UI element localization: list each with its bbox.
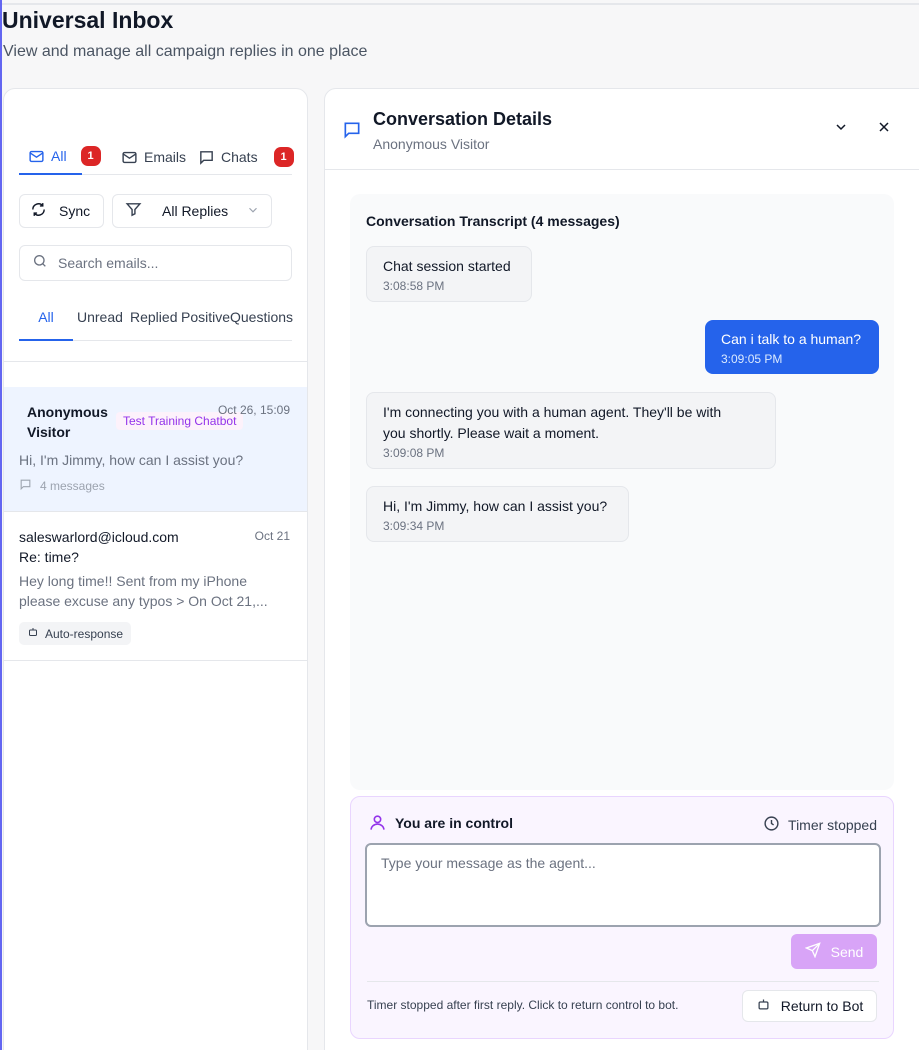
agent-control-box: You are in control Timer stopped Send Ti… bbox=[350, 796, 894, 1039]
filter-icon bbox=[125, 201, 142, 221]
tab-all[interactable]: All 1 bbox=[19, 139, 101, 175]
message-bubble-user: Can i talk to a human? 3:09:05 PM bbox=[705, 320, 879, 374]
message-text-line2: you shortly. Please wait a moment. bbox=[383, 425, 600, 441]
inbox-list-panel: All 1 Emails Chats 1 Sync All Replies Se… bbox=[3, 88, 308, 1050]
message-time: 3:08:58 PM bbox=[383, 279, 445, 293]
status-filters: All Unread Replied Positive Questions bbox=[19, 309, 293, 341]
filter-questions[interactable]: Questions bbox=[230, 309, 293, 341]
return-to-bot-label: Return to Bot bbox=[780, 998, 864, 1014]
details-subtitle: Anonymous Visitor bbox=[373, 136, 490, 152]
conversation-meta: 4 messages bbox=[19, 478, 105, 494]
close-button[interactable] bbox=[872, 117, 896, 141]
chevron-down-icon bbox=[833, 119, 849, 140]
message-count: 4 messages bbox=[40, 479, 105, 493]
search-field[interactable] bbox=[19, 245, 292, 281]
return-to-bot-button[interactable]: Return to Bot bbox=[742, 990, 877, 1022]
conversation-item[interactable]: Anonymous Visitor Test Training Chatbot … bbox=[4, 387, 307, 511]
conversation-preview-line2: please excuse any typos > On Oct 21,... bbox=[19, 593, 268, 609]
message-text-line1: I'm connecting you with a human agent. T… bbox=[383, 404, 722, 420]
filter-replied[interactable]: Replied bbox=[130, 309, 177, 341]
conversation-preview-line1: Hey long time!! Sent from my iPhone bbox=[19, 573, 247, 589]
filter-all[interactable]: All bbox=[19, 309, 73, 341]
close-icon bbox=[876, 119, 892, 140]
sync-label: Sync bbox=[59, 203, 91, 219]
page-subtitle: View and manage all campaign replies in … bbox=[3, 43, 368, 60]
tab-chats[interactable]: Chats 1 bbox=[198, 139, 294, 175]
chevron-down-icon bbox=[246, 203, 260, 220]
clock-icon bbox=[763, 815, 780, 835]
top-border bbox=[0, 3, 919, 5]
tab-all-badge: 1 bbox=[80, 146, 101, 166]
message-time: 3:09:08 PM bbox=[383, 446, 445, 460]
mail-icon bbox=[121, 149, 138, 166]
timer-status: Timer stopped bbox=[763, 815, 877, 835]
conversation-preview: Hi, I'm Jimmy, how can I assist you? bbox=[19, 452, 244, 468]
collapse-button[interactable] bbox=[829, 117, 853, 141]
list-divider bbox=[4, 660, 307, 661]
auto-response-label: Auto-response bbox=[45, 626, 124, 641]
tab-emails[interactable]: Emails bbox=[121, 139, 186, 175]
conversation-date: Oct 26, 15:09 bbox=[217, 403, 290, 417]
message-text: Chat session started bbox=[383, 258, 511, 274]
conversation-name-line1: Anonymous bbox=[27, 404, 108, 420]
conversation-name-line2: Visitor bbox=[27, 424, 71, 440]
filter-positive[interactable]: Positive bbox=[181, 309, 230, 341]
search-input[interactable] bbox=[58, 255, 278, 271]
search-icon bbox=[32, 253, 48, 274]
conversation-date: Oct 21 bbox=[254, 529, 290, 543]
details-title: Conversation Details bbox=[373, 109, 553, 129]
filter-unread[interactable]: Unread bbox=[77, 309, 123, 341]
conversation-details-panel: Conversation Details Anonymous Visitor C… bbox=[324, 88, 919, 1050]
tab-all-label: All bbox=[51, 148, 67, 164]
mail-icon bbox=[28, 148, 45, 165]
transcript-title: Conversation Transcript (4 messages) bbox=[366, 213, 620, 229]
message-bubble-bot: I'm connecting you with a human agent. T… bbox=[366, 392, 776, 469]
conversation-subject: Re: time? bbox=[19, 549, 79, 565]
chat-icon bbox=[198, 149, 215, 166]
conversation-transcript: Conversation Transcript (4 messages) Cha… bbox=[350, 194, 894, 790]
message-bubble-bot: Chat session started 3:08:58 PM bbox=[366, 246, 532, 302]
page-title: Universal Inbox bbox=[2, 7, 174, 33]
conversation-email: saleswarlord@icloud.com bbox=[19, 529, 179, 545]
details-header: Conversation Details Anonymous Visitor bbox=[325, 89, 919, 170]
sync-button[interactable]: Sync bbox=[19, 194, 104, 228]
bot-icon bbox=[756, 997, 771, 1015]
message-time: 3:09:05 PM bbox=[721, 352, 783, 366]
timer-label: Timer stopped bbox=[788, 817, 877, 833]
message-text: Can i talk to a human? bbox=[721, 331, 862, 347]
chat-icon bbox=[19, 478, 32, 494]
tab-chats-label: Chats bbox=[221, 149, 258, 165]
message-bubble-bot: Hi, I'm Jimmy, how can I assist you? 3:0… bbox=[366, 486, 629, 542]
send-button[interactable]: Send bbox=[791, 934, 877, 969]
control-note: Timer stopped after first reply. Click t… bbox=[367, 998, 679, 1012]
refresh-icon bbox=[30, 201, 47, 221]
reply-filter-value: All Replies bbox=[162, 203, 229, 219]
message-time: 3:09:34 PM bbox=[383, 519, 445, 533]
user-icon bbox=[368, 813, 387, 837]
list-divider bbox=[4, 361, 307, 362]
message-text: Hi, I'm Jimmy, how can I assist you? bbox=[383, 498, 608, 514]
send-label: Send bbox=[830, 943, 864, 960]
left-accent-border bbox=[0, 0, 2, 1050]
tab-emails-label: Emails bbox=[144, 149, 187, 165]
auto-response-tag: Auto-response bbox=[19, 622, 132, 645]
send-icon bbox=[804, 942, 821, 961]
bot-icon bbox=[27, 626, 39, 641]
chat-icon bbox=[342, 120, 362, 145]
channel-tabs: All 1 Emails Chats 1 bbox=[19, 139, 294, 175]
conversation-item[interactable]: saleswarlord@icloud.com Oct 21 Re: time?… bbox=[4, 512, 307, 660]
reply-filter-select[interactable]: All Replies bbox=[112, 194, 272, 228]
control-status: You are in control bbox=[395, 815, 513, 831]
agent-message-input[interactable] bbox=[365, 843, 881, 927]
control-divider bbox=[367, 981, 879, 982]
tab-chats-badge: 1 bbox=[273, 147, 294, 167]
